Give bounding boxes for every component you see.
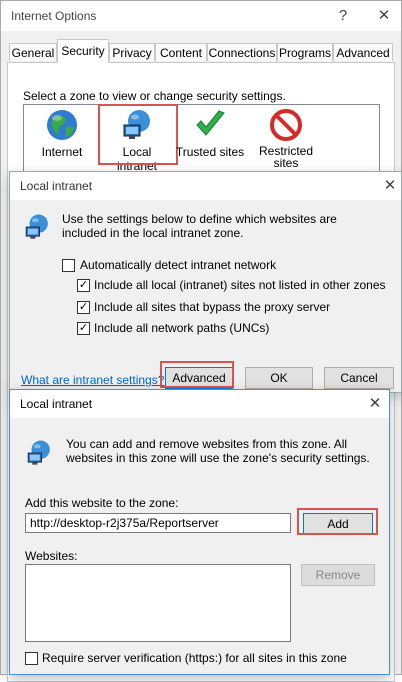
title-bar: Internet Options ? ✕ (1, 1, 401, 31)
highlight-box-zone (98, 104, 178, 165)
intranet-icon (22, 212, 52, 245)
tab-connections[interactable]: Connections (207, 43, 277, 61)
website-url-input[interactable]: http://desktop-r2j375a/Reportserver (25, 513, 291, 533)
include-unc-paths-checkbox[interactable]: ✓ (77, 322, 90, 335)
websites-list[interactable] (25, 564, 291, 642)
zone-trusted-sites[interactable]: Trusted sites (175, 107, 245, 159)
intranet-icon (24, 438, 54, 471)
title-bar: Local intranet ✕ (10, 390, 389, 418)
close-button[interactable]: ✕ (365, 394, 385, 414)
include-unc-paths-label: Include all network paths (UNCs) (94, 321, 270, 335)
globe-icon (44, 107, 80, 143)
remove-button[interactable]: Remove (301, 564, 375, 586)
ok-button[interactable]: OK (245, 367, 313, 389)
highlight-box-add (297, 508, 378, 535)
include-local-sites-label: Include all local (intranet) sites not l… (94, 278, 386, 292)
zone-restricted-sites[interactable]: Restricted sites (251, 107, 321, 169)
zone-label: Internet (41, 145, 83, 159)
add-website-label: Add this website to the zone: (25, 496, 179, 510)
dialog-title: Local intranet (20, 397, 93, 411)
include-bypass-proxy-checkbox[interactable]: ✓ (77, 301, 90, 314)
tab-programs[interactable]: Programs (277, 43, 333, 61)
restricted-icon (268, 107, 304, 143)
zone-label: Restricted sites (258, 144, 314, 170)
intranet-sites-dialog: Local intranet ✕ You can add and remove … (9, 389, 390, 675)
auto-detect-label: Automatically detect intranet network (80, 258, 277, 272)
tab-security[interactable]: Security (57, 39, 109, 63)
zone-prompt: Select a zone to view or change security… (23, 89, 286, 103)
tab-strip: General Security Privacy Content Connect… (1, 39, 401, 63)
include-bypass-proxy-label: Include all sites that bypass the proxy … (94, 300, 331, 314)
cancel-button[interactable]: Cancel (324, 367, 394, 389)
dialog-description: You can add and remove websites from thi… (66, 437, 370, 465)
https-verification-checkbox[interactable] (25, 652, 38, 665)
websites-label: Websites: (25, 549, 78, 563)
zone-internet[interactable]: Internet (27, 107, 97, 159)
intranet-help-link[interactable]: What are intranet settings? (21, 373, 164, 387)
dialog-title: Local intranet (20, 179, 93, 193)
dialog-description: Use the settings below to define which w… (62, 212, 337, 240)
tab-advanced[interactable]: Advanced (333, 43, 393, 61)
https-verification-label: Require server verification (https:) for… (42, 651, 347, 665)
window-title: Internet Options (11, 9, 97, 23)
checkmark-icon (192, 107, 228, 143)
tab-content[interactable]: Content (155, 43, 207, 61)
highlight-box-advanced (160, 361, 234, 388)
intranet-settings-dialog: Local intranet ✕ Use the settings below … (9, 171, 402, 393)
help-button[interactable]: ? (333, 6, 353, 26)
zone-label: Trusted sites (175, 145, 245, 159)
include-local-sites-checkbox[interactable]: ✓ (77, 279, 90, 292)
close-button[interactable]: ✕ (374, 6, 394, 26)
title-bar: Local intranet ✕ (10, 172, 401, 200)
tab-general[interactable]: General (9, 43, 57, 61)
tab-privacy[interactable]: Privacy (109, 43, 155, 61)
close-button[interactable]: ✕ (380, 176, 400, 196)
auto-detect-checkbox[interactable] (62, 259, 75, 272)
